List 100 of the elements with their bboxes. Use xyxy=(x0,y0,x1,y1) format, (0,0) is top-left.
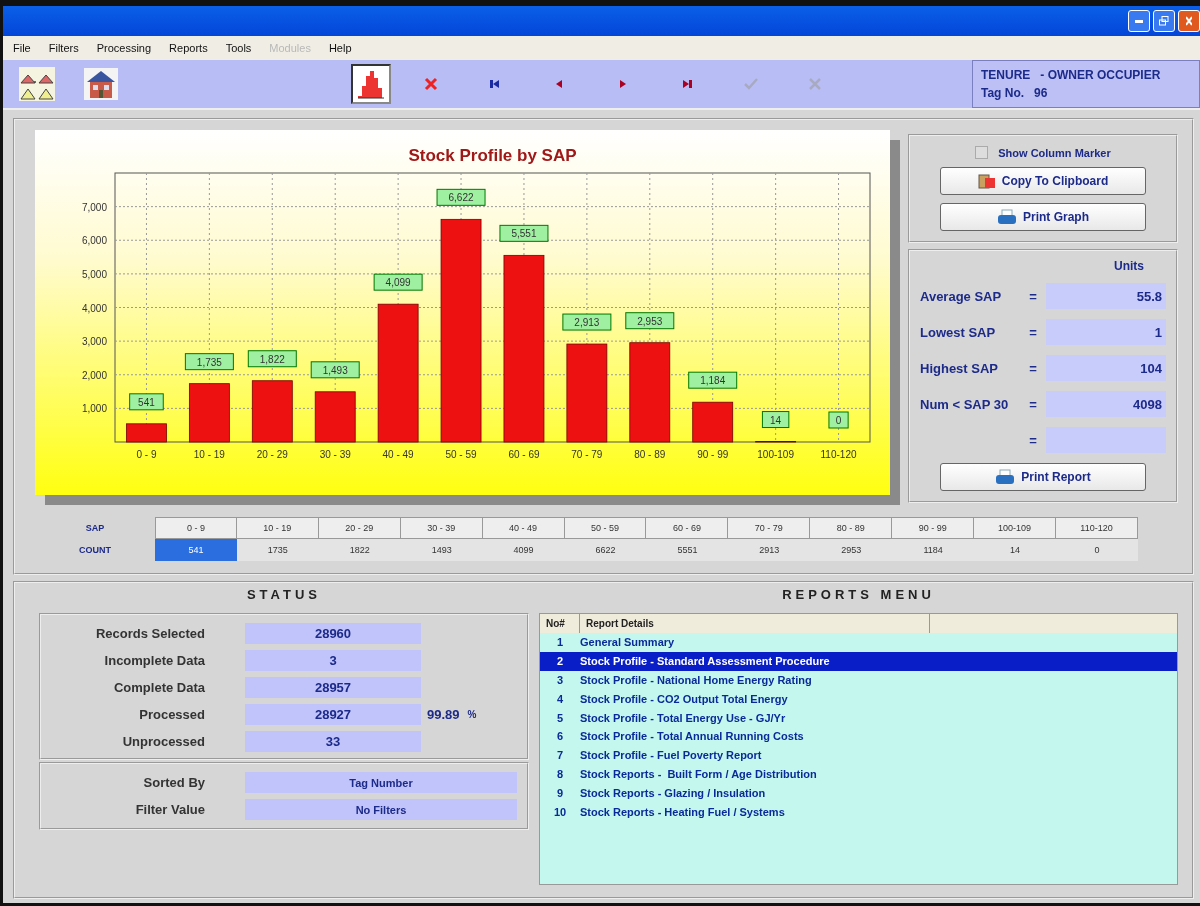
equals-sign: = xyxy=(1028,324,1038,340)
sort-label: Filter Value xyxy=(134,801,206,819)
report-row[interactable]: 6 Stock Profile - Total Annual Running Costs xyxy=(540,727,1177,746)
band-cell: 0 - 9 xyxy=(155,517,237,539)
bar xyxy=(189,383,230,443)
report-row[interactable]: 10 Stock Reports - Heating Fuel / Systems xyxy=(540,802,1177,821)
band-cell: 80 - 89 xyxy=(810,517,893,539)
value-label xyxy=(310,361,360,379)
count-cell[interactable]: 1184 xyxy=(892,539,975,561)
status-label: Records Selected xyxy=(94,625,206,643)
band-cell: 100-109 xyxy=(974,517,1057,539)
checkbox[interactable] xyxy=(975,146,989,159)
y-tick-label: 2,000 xyxy=(81,369,107,381)
band-cell: 40 - 49 xyxy=(482,517,565,539)
sort-label: Sorted By xyxy=(142,774,206,792)
x-tick-label: 10 - 19 xyxy=(193,449,225,460)
report-row[interactable]: 9 Stock Reports - Glazing / Insulation xyxy=(540,783,1177,803)
bar xyxy=(126,423,167,443)
count-cell[interactable]: 4099 xyxy=(482,539,565,561)
count-cell[interactable]: 6622 xyxy=(564,539,647,561)
band-cell: 60 - 69 xyxy=(646,517,729,539)
count-cell[interactable]: 0 xyxy=(1056,539,1138,561)
value-label-text: 2,913 xyxy=(574,317,600,329)
value-label xyxy=(499,224,549,242)
x-tick-label: 50 - 59 xyxy=(445,449,477,460)
menu-item[interactable]: Help xyxy=(322,42,364,54)
count-cell[interactable]: 2953 xyxy=(810,539,893,561)
minimize-button[interactable] xyxy=(1128,10,1150,32)
menu-item[interactable]: Filters xyxy=(42,42,91,54)
printer-icon xyxy=(995,469,1016,485)
menu-item[interactable]: Tools xyxy=(219,42,264,54)
statistic-label: Num < SAP 30 xyxy=(920,396,1010,412)
count-cell[interactable]: 1493 xyxy=(400,539,483,561)
restore-button[interactable] xyxy=(1153,10,1175,32)
reports-menu-title: REPORTS MENU xyxy=(781,587,936,604)
bar xyxy=(314,391,356,443)
statistic-value: 104 xyxy=(1046,355,1166,381)
band-cell: 50 - 59 xyxy=(564,517,647,539)
count-cell[interactable]: 1822 xyxy=(318,539,401,561)
menu-item[interactable]: Processing xyxy=(90,42,164,54)
y-tick-label: 1,000 xyxy=(81,403,107,415)
report-row[interactable]: 1 General Summary xyxy=(540,633,1177,652)
y-tick-label: 6,000 xyxy=(81,235,107,247)
chart-title: Stock Profile by SAP xyxy=(408,146,577,165)
tenure-value: - OWNER OCCUPIER xyxy=(1040,68,1161,82)
toolbar-button[interactable] xyxy=(351,64,391,104)
count-cell[interactable]: 5551 xyxy=(646,539,729,561)
print-report-button[interactable]: Print Report xyxy=(940,463,1146,491)
report-row[interactable]: 2 Stock Profile - Standard Assessment Procedure xyxy=(540,651,1177,671)
close-button[interactable] xyxy=(1178,10,1200,32)
statistic-label: Highest SAP xyxy=(920,360,999,376)
report-row[interactable]: 4 Stock Profile - CO2 Output Total Energy xyxy=(540,689,1177,709)
band-cell: 70 - 79 xyxy=(728,517,811,539)
status-label: Unprocessed xyxy=(121,733,206,751)
column-header[interactable]: Report Details xyxy=(580,614,930,633)
report-row[interactable]: 5 Stock Profile - Total Energy Use - GJ/Yr xyxy=(540,708,1177,727)
percent-value: 99.89 xyxy=(427,707,460,722)
close-icon xyxy=(1186,16,1192,26)
houses-icon xyxy=(19,67,55,101)
count-cell[interactable]: 1735 xyxy=(236,539,319,561)
sort-value: Tag Number xyxy=(245,772,517,793)
status-value: 33 xyxy=(245,731,421,752)
value-label xyxy=(436,188,486,206)
report-row[interactable]: 3 Stock Profile - National Home Energy Rating xyxy=(540,670,1177,690)
x-tick-label: 80 - 89 xyxy=(634,449,666,460)
value-label-text: 1,184 xyxy=(700,375,726,387)
toolbar-button[interactable] xyxy=(17,64,57,104)
report-row[interactable]: 8 Stock Reports - Built Form / Age Distribution xyxy=(540,764,1177,784)
statistic-value: 55.8 xyxy=(1046,283,1166,309)
print-graph-button[interactable]: Print Graph xyxy=(940,203,1146,231)
copy-to-clipboard-button[interactable]: Copy To Clipboard xyxy=(940,167,1146,195)
column-header[interactable]: No# xyxy=(540,614,580,633)
statistic-value: 4098 xyxy=(1046,391,1166,417)
x-tick-label: 30 - 39 xyxy=(319,449,351,460)
status-value: 3 xyxy=(245,650,421,671)
status-label: Processed xyxy=(138,706,206,724)
menu-item[interactable]: File xyxy=(7,42,43,54)
equals-sign: = xyxy=(1028,360,1038,376)
value-label xyxy=(373,273,423,291)
count-cell[interactable]: 541 xyxy=(155,539,237,561)
value-label-text: 1,822 xyxy=(259,353,285,365)
value-label-text: 14 xyxy=(770,414,782,426)
band-cell: 30 - 39 xyxy=(400,517,483,539)
menu-item[interactable]: Reports xyxy=(163,42,220,54)
count-cell[interactable]: 14 xyxy=(974,539,1057,561)
clipboard-icon xyxy=(977,173,996,189)
report-row[interactable]: 7 Stock Profile - Fuel Poverty Report xyxy=(540,745,1177,765)
value-label-text: 1,493 xyxy=(322,364,348,376)
count-cell[interactable]: 2913 xyxy=(728,539,811,561)
x-tick-label: 60 - 69 xyxy=(508,449,540,460)
restore-icon xyxy=(1159,16,1169,26)
close-icon xyxy=(424,77,438,91)
statistic-label: Lowest SAP xyxy=(920,324,997,340)
value-label xyxy=(688,371,738,389)
house-icon xyxy=(84,68,118,100)
show-column-marker-checkbox[interactable]: Show Column Marker xyxy=(975,146,1111,159)
y-tick-label: 5,000 xyxy=(81,268,107,280)
x-tick-label: 40 - 49 xyxy=(382,449,414,460)
tag-label: Tag No. xyxy=(981,86,1025,100)
statistic-value: 1 xyxy=(1046,319,1166,345)
